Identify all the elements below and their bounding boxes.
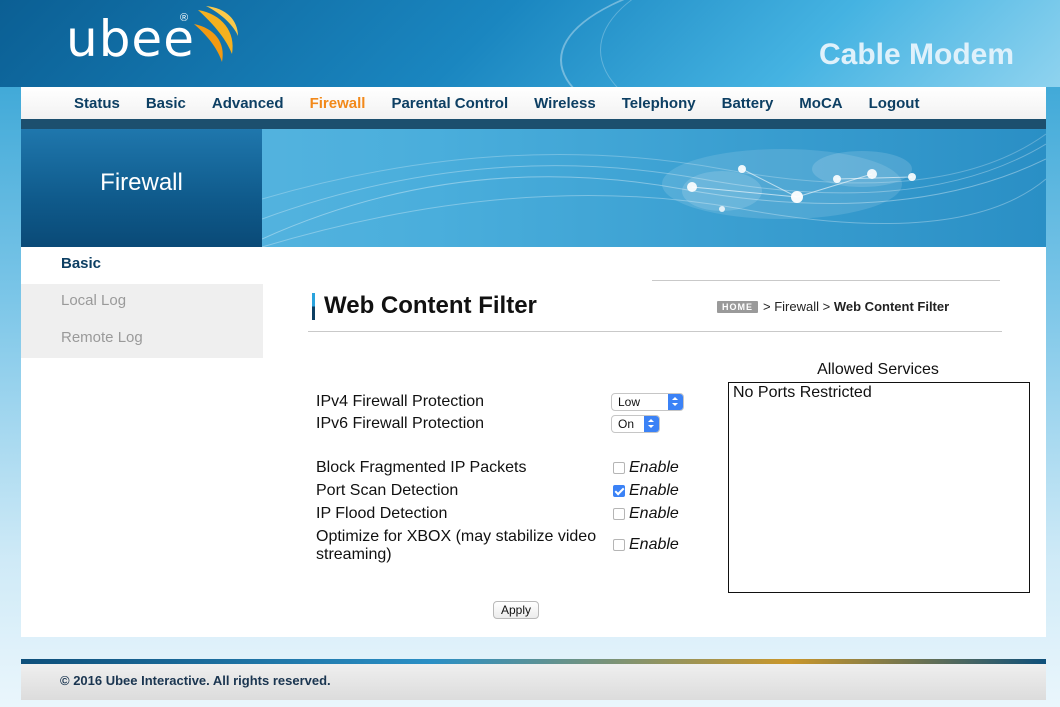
xbox-optimize-option: Enable [613, 536, 679, 554]
nav-item-wireless[interactable]: Wireless [534, 95, 596, 112]
xbox-optimize-label: Optimize for XBOX (may stabilize video s… [316, 528, 597, 563]
nav-item-advanced[interactable]: Advanced [212, 95, 284, 112]
ip-flood-checkbox[interactable] [613, 508, 625, 520]
nav-divider-bar [21, 119, 1046, 129]
nav-item-status[interactable]: Status [74, 95, 120, 112]
apply-button[interactable]: Apply [493, 601, 540, 619]
ip-flood-option: Enable [613, 505, 679, 523]
xbox-optimize-checkbox[interactable] [613, 539, 625, 551]
enable-label: Enable [629, 505, 679, 522]
sidebar-item-local-log[interactable]: Local Log [21, 284, 263, 321]
block-fragmented-label: Block Fragmented IP Packets [316, 459, 527, 476]
top-nav: Status Basic Advanced Firewall Parental … [21, 87, 1046, 119]
breadcrumb-separator: > [763, 299, 771, 314]
ipv6-firewall-select[interactable]: On [611, 415, 660, 433]
ipv4-firewall-select[interactable]: Low [611, 393, 684, 411]
nav-item-firewall[interactable]: Firewall [310, 95, 366, 112]
select-arrows-icon [644, 416, 659, 432]
registered-mark: ® [180, 12, 189, 24]
sidebar: Basic Local Log Remote Log [21, 247, 263, 358]
nav-item-battery[interactable]: Battery [722, 95, 774, 112]
fish-logo-icon [194, 6, 238, 62]
banner-section-title: Firewall [100, 169, 183, 196]
copyright-text: © 2016 Ubee Interactive. All rights rese… [60, 673, 331, 688]
block-fragmented-option: Enable [613, 459, 679, 477]
section-banner: Firewall [21, 129, 1046, 247]
block-fragmented-checkbox[interactable] [613, 462, 625, 474]
banner-title-panel: Firewall [21, 129, 262, 247]
allowed-services-title: Allowed Services [817, 361, 939, 378]
footer: © 2016 Ubee Interactive. All rights rese… [21, 664, 1046, 700]
page-title-group: Web Content Filter [312, 292, 537, 320]
breadcrumb-section[interactable]: Firewall [774, 299, 819, 314]
ubee-logo: ubee [66, 10, 195, 68]
port-scan-option: Enable [613, 482, 679, 500]
nav-item-moca[interactable]: MoCA [799, 95, 842, 112]
ipv6-firewall-label: IPv6 Firewall Protection [316, 415, 485, 432]
enable-label: Enable [629, 459, 679, 476]
nav-item-telephony[interactable]: Telephony [622, 95, 696, 112]
title-accent-bar [312, 292, 315, 320]
select-arrows-icon [668, 394, 683, 410]
port-scan-label: Port Scan Detection [316, 482, 459, 499]
world-map-graphic [262, 133, 1046, 247]
page-title: Web Content Filter [324, 292, 537, 319]
ipv4-firewall-label: IPv4 Firewall Protection [316, 393, 485, 410]
enable-label: Enable [629, 536, 679, 553]
sidebar-item-remote-log[interactable]: Remote Log [21, 321, 263, 358]
home-badge[interactable]: HOME [717, 300, 758, 313]
allowed-services-list[interactable]: No Ports Restricted [728, 382, 1030, 593]
port-scan-checkbox[interactable] [613, 485, 625, 497]
nav-item-parental-control[interactable]: Parental Control [391, 95, 508, 112]
enable-label: Enable [629, 482, 679, 499]
divider [652, 280, 1000, 281]
product-title: Cable Modem [818, 38, 1014, 71]
breadcrumb: HOME > Firewall > Web Content Filter [717, 299, 949, 314]
ip-flood-label: IP Flood Detection [316, 505, 448, 522]
ipv4-select-value: Low [618, 395, 641, 409]
allowed-services-item: No Ports Restricted [733, 384, 872, 401]
breadcrumb-current: Web Content Filter [833, 299, 950, 314]
divider [308, 331, 1002, 332]
main-content: Basic Local Log Remote Log Web Content F… [21, 247, 1046, 637]
ipv6-select-value: On [618, 417, 635, 431]
nav-item-logout[interactable]: Logout [869, 95, 920, 112]
sidebar-item-basic[interactable]: Basic [21, 247, 263, 284]
header: ubee ® Cable Modem [0, 0, 1060, 87]
breadcrumb-separator: > [822, 299, 831, 314]
nav-item-basic[interactable]: Basic [146, 95, 186, 112]
